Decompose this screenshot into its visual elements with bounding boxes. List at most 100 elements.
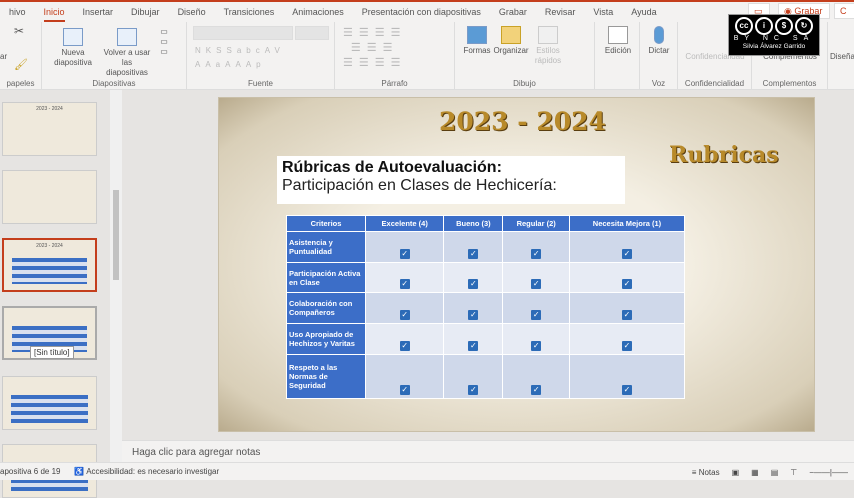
thumbnail-scrollbar[interactable] xyxy=(110,90,122,462)
cut-icon[interactable]: ✂ xyxy=(14,25,24,37)
checkbox-checked-icon[interactable]: ✓ xyxy=(468,310,479,320)
font-size-select[interactable] xyxy=(295,26,329,40)
checkbox-checked-icon[interactable]: ✓ xyxy=(531,341,542,351)
slideshow-icon[interactable]: ⊤ xyxy=(790,468,797,477)
criteria-cell: Respeto a las Normas de Seguridad xyxy=(286,354,366,399)
tab-ayuda[interactable]: Ayuda xyxy=(622,7,665,17)
slide-thumbnail[interactable] xyxy=(2,376,97,430)
ribbon-tabs: hivo Inicio Insertar Dibujar Diseño Tran… xyxy=(0,0,854,22)
share-button[interactable]: C xyxy=(834,3,854,19)
arrange-button[interactable]: Organizar xyxy=(493,26,529,56)
rating-cell: ✓ xyxy=(443,354,504,399)
checkbox-checked-icon[interactable]: ✓ xyxy=(399,310,410,320)
rating-cell: ✓ xyxy=(502,292,570,324)
tab-revisar[interactable]: Revisar xyxy=(536,7,585,17)
slide-year: 2023 - 2024 xyxy=(439,107,606,136)
layout-buttons[interactable]: ▭ ▭ ▭ xyxy=(158,27,170,77)
rating-cell: ✓ xyxy=(568,354,686,399)
checkbox-checked-icon[interactable]: ✓ xyxy=(531,385,542,395)
group-label-confidentiality: Confidencialidad xyxy=(684,79,745,88)
slide-thumbnail[interactable]: 2023 - 2024 xyxy=(2,102,97,156)
tab-vista[interactable]: Vista xyxy=(584,7,622,17)
notes-pane[interactable]: Haga clic para agregar notas xyxy=(122,440,854,462)
font-format-buttons[interactable]: NKSSabcAV xyxy=(195,46,285,56)
checkbox-checked-icon[interactable]: ✓ xyxy=(399,249,410,259)
rating-cell: ✓ xyxy=(502,262,570,293)
font-name-select[interactable] xyxy=(193,26,293,40)
format-painter-icon[interactable]: 🖌 xyxy=(14,60,28,71)
ribbon: ar ✂ 🖌 papeles Nueva diapositiva Volver … xyxy=(0,22,854,90)
checkbox-checked-icon[interactable]: ✓ xyxy=(621,385,632,395)
slide-counter: apositiva 6 de 19 xyxy=(0,467,61,476)
slide-title-box[interactable]: Rúbricas de Autoevaluación: Participació… xyxy=(277,156,625,204)
rating-cell: ✓ xyxy=(568,323,686,355)
rating-cell: ✓ xyxy=(568,231,686,263)
slide-thumbnail[interactable] xyxy=(2,170,97,224)
tab-transiciones[interactable]: Transiciones xyxy=(215,7,284,17)
header-cell: Necesita Mejora (1) xyxy=(568,215,686,232)
tab-insertar[interactable]: Insertar xyxy=(74,7,123,17)
font-style-buttons[interactable]: AAaAAAp xyxy=(195,60,266,70)
new-slide-button[interactable]: Nueva diapositiva xyxy=(48,28,98,68)
checkbox-checked-icon[interactable]: ✓ xyxy=(531,279,542,289)
dictate-button[interactable]: Dictar xyxy=(644,26,674,56)
search-icon xyxy=(608,26,628,44)
reading-view-icon[interactable]: ▤ xyxy=(771,468,779,477)
checkbox-checked-icon[interactable]: ✓ xyxy=(621,279,632,289)
designer-button[interactable]: Diseña xyxy=(830,52,854,62)
slide-sorter-icon[interactable]: ▦ xyxy=(751,468,759,477)
accessibility-status[interactable]: Accesibilidad: es necesario investigar xyxy=(86,467,219,476)
slide-canvas[interactable]: 2023 - 2024 Rubricas Rúbricas de Autoeva… xyxy=(218,97,815,432)
rubric-table[interactable]: Criterios Excelente (4) Bueno (3) Regula… xyxy=(286,215,686,399)
normal-view-icon[interactable]: ▣ xyxy=(732,468,740,477)
tab-presentacion[interactable]: Presentación con diapositivas xyxy=(353,7,490,17)
checkbox-checked-icon[interactable]: ✓ xyxy=(621,249,632,259)
reuse-slides-button[interactable]: Volver a usar las diapositivas xyxy=(100,28,154,78)
paragraph-buttons[interactable]: ☰☰☰☰ ☰☰☰ ☰☰☰☰ xyxy=(343,26,406,71)
checkbox-checked-icon[interactable]: ✓ xyxy=(468,279,479,289)
sharealike-icon: ↻ xyxy=(795,17,813,35)
checkbox-checked-icon[interactable]: ✓ xyxy=(468,385,479,395)
reuse-slides-icon xyxy=(117,28,137,46)
quick-styles-button[interactable]: Estilos rápidos xyxy=(531,26,565,66)
checkbox-checked-icon[interactable]: ✓ xyxy=(399,385,410,395)
group-label-paragraph: Párrafo xyxy=(381,79,408,88)
checkbox-checked-icon[interactable]: ✓ xyxy=(531,249,542,259)
rating-cell: ✓ xyxy=(443,231,504,263)
tab-diseno[interactable]: Diseño xyxy=(169,7,215,17)
checkbox-checked-icon[interactable]: ✓ xyxy=(621,310,632,320)
checkbox-checked-icon[interactable]: ✓ xyxy=(399,279,410,289)
quick-styles-icon xyxy=(538,26,558,44)
cc-icon: cc xyxy=(735,17,753,35)
tab-grabar[interactable]: Grabar xyxy=(490,7,536,17)
shapes-icon xyxy=(467,26,487,44)
checkbox-checked-icon[interactable]: ✓ xyxy=(621,341,632,351)
editing-button[interactable]: Edición xyxy=(599,26,637,56)
arrange-label: Organizar xyxy=(493,46,529,55)
group-clipboard: ar ✂ 🖌 papeles xyxy=(0,22,42,90)
checkbox-checked-icon[interactable]: ✓ xyxy=(531,310,542,320)
notes-button[interactable]: ≡ Notas xyxy=(692,468,720,477)
checkbox-checked-icon[interactable]: ✓ xyxy=(468,249,479,259)
tab-dibujar[interactable]: Dibujar xyxy=(122,7,169,17)
status-bar: apositiva 6 de 19 ♿ Accesibilidad: es ne… xyxy=(0,462,854,480)
slide-thumbnail-selected[interactable]: 2023 - 2024 xyxy=(2,238,97,292)
rating-cell: ✓ xyxy=(502,231,570,263)
new-slide-icon xyxy=(63,28,83,46)
tab-inicio[interactable]: Inicio xyxy=(35,7,74,22)
accessibility-icon: ♿ xyxy=(74,467,87,476)
tab-archivo[interactable]: hivo xyxy=(0,7,35,17)
shapes-button[interactable]: Formas xyxy=(459,26,495,56)
checkbox-checked-icon[interactable]: ✓ xyxy=(399,341,410,351)
paste-button[interactable]: ar xyxy=(0,52,7,62)
tab-animaciones[interactable]: Animaciones xyxy=(283,7,353,17)
group-drawing: Formas Organizar Estilos rápidos Dibujo xyxy=(455,22,595,90)
arrange-icon xyxy=(501,26,521,44)
group-label-slides: Diapositivas xyxy=(92,79,136,88)
zoom-slider[interactable]: −——|—— xyxy=(809,468,848,477)
checkbox-checked-icon[interactable]: ✓ xyxy=(468,341,479,351)
rating-cell: ✓ xyxy=(364,231,445,263)
microphone-icon xyxy=(654,26,664,44)
license-terms: BY NC SA xyxy=(733,35,815,42)
share-label: C xyxy=(840,6,847,16)
